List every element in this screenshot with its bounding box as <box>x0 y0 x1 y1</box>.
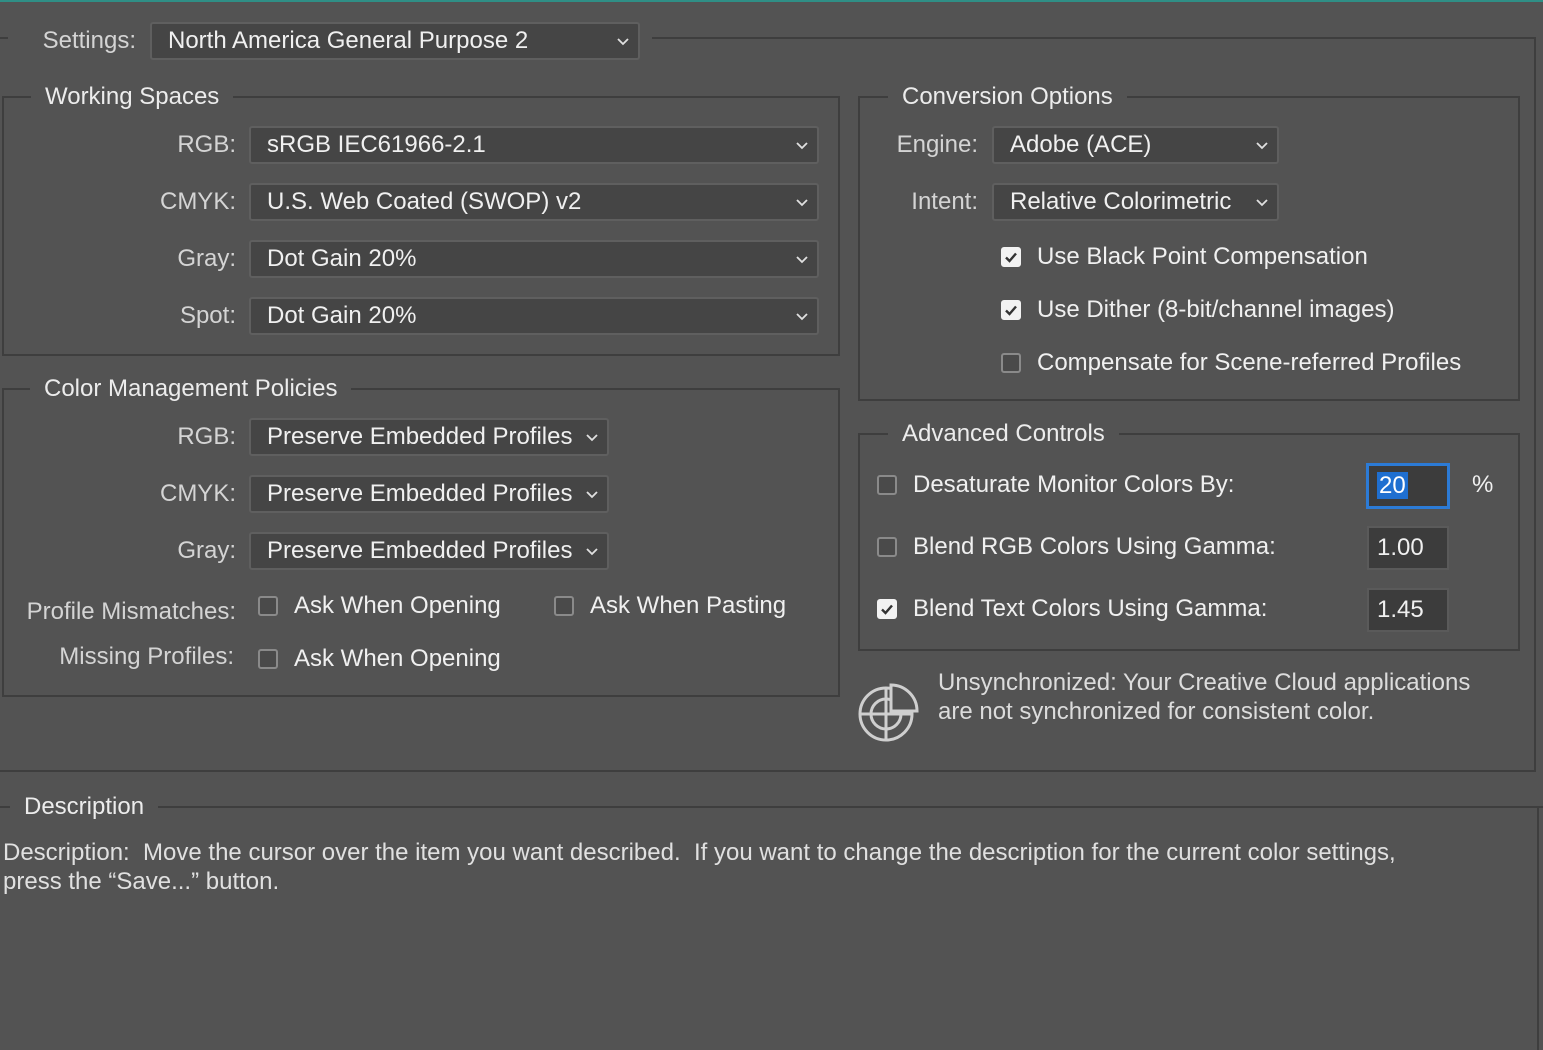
mismatch-ask-opening-label[interactable]: Ask When Opening <box>294 589 501 623</box>
window-top-accent <box>0 0 1543 2</box>
chevron-down-icon <box>1256 199 1268 207</box>
settings-dropdown-value: North America General Purpose 2 <box>168 27 529 54</box>
blend-rgb-input[interactable]: 1.00 <box>1367 526 1449 570</box>
checkmark-icon <box>881 604 893 615</box>
description-line1: Description: Move the cursor over the it… <box>3 839 1396 866</box>
engine-label: Engine: <box>896 131 978 158</box>
ws-spot-dropdown[interactable]: Dot Gain 20% <box>249 297 819 335</box>
policies-title: Color Management Policies <box>30 374 352 404</box>
sync-status-line2: are not synchronized for consistent colo… <box>938 698 1375 725</box>
black-point-label[interactable]: Use Black Point Compensation <box>1037 240 1368 274</box>
desaturate-input[interactable]: 20 <box>1367 464 1449 508</box>
checkmark-icon <box>1005 305 1017 316</box>
sync-status-line1: Unsynchronized: Your Creative Cloud appl… <box>938 669 1471 696</box>
intent-dropdown[interactable]: Relative Colorimetric <box>992 183 1279 221</box>
main-panel-right-border <box>1534 37 1536 772</box>
chevron-down-icon <box>796 313 808 321</box>
policy-cmyk-value: Preserve Embedded Profiles <box>267 480 573 507</box>
color-sync-icon <box>858 683 919 742</box>
ws-gray-dropdown[interactable]: Dot Gain 20% <box>249 240 819 278</box>
black-point-checkbox[interactable] <box>1001 247 1021 267</box>
chevron-down-icon <box>796 199 808 207</box>
blend-text-checkbox[interactable] <box>877 599 897 619</box>
policy-gray-label: Gray: <box>177 537 236 564</box>
blend-text-input[interactable]: 1.45 <box>1367 588 1449 632</box>
blend-text-value: 1.45 <box>1377 596 1424 623</box>
description-line2: press the “Save...” button. <box>3 868 280 895</box>
description-right-border <box>1537 806 1539 1050</box>
chevron-down-icon <box>586 491 598 499</box>
settings-divider <box>0 37 8 39</box>
ws-gray-label: Gray: <box>177 245 236 272</box>
missing-profiles-label: Missing Profiles: <box>59 643 234 670</box>
conversion-title: Conversion Options <box>888 82 1127 112</box>
description-text: Description: Move the cursor over the it… <box>3 838 1503 896</box>
description-top-border <box>0 806 1543 808</box>
ws-rgb-dropdown[interactable]: sRGB IEC61966-2.1 <box>249 126 819 164</box>
chevron-down-icon <box>796 142 808 150</box>
desaturate-checkbox[interactable] <box>877 475 897 495</box>
ws-rgb-label: RGB: <box>177 131 236 158</box>
checkmark-icon <box>1005 252 1017 263</box>
ws-spot-value: Dot Gain 20% <box>267 302 417 329</box>
blend-rgb-label[interactable]: Blend RGB Colors Using Gamma: <box>913 530 1276 564</box>
engine-dropdown[interactable]: Adobe (ACE) <box>992 126 1279 164</box>
ws-rgb-value: sRGB IEC61966-2.1 <box>267 131 486 158</box>
engine-value: Adobe (ACE) <box>1010 131 1152 158</box>
main-panel-bottom-border <box>0 770 1536 772</box>
mismatch-ask-pasting-label[interactable]: Ask When Pasting <box>590 589 786 623</box>
policy-cmyk-dropdown[interactable]: Preserve Embedded Profiles <box>249 475 609 513</box>
advanced-title: Advanced Controls <box>888 419 1119 449</box>
mismatch-ask-opening-checkbox[interactable] <box>258 596 278 616</box>
settings-dropdown[interactable]: North America General Purpose 2 <box>150 22 640 60</box>
working-spaces-title: Working Spaces <box>31 82 234 112</box>
ws-cmyk-dropdown[interactable]: U.S. Web Coated (SWOP) v2 <box>249 183 819 221</box>
blend-rgb-checkbox[interactable] <box>877 537 897 557</box>
chevron-down-icon <box>1256 142 1268 150</box>
blend-text-label[interactable]: Blend Text Colors Using Gamma: <box>913 592 1267 626</box>
ws-cmyk-value: U.S. Web Coated (SWOP) v2 <box>267 188 582 215</box>
desaturate-label[interactable]: Desaturate Monitor Colors By: <box>913 468 1234 502</box>
dither-label[interactable]: Use Dither (8-bit/channel images) <box>1037 293 1394 327</box>
mismatch-ask-pasting-checkbox[interactable] <box>554 596 574 616</box>
sync-status-text: Unsynchronized: Your Creative Cloud appl… <box>938 668 1518 726</box>
policy-rgb-label: RGB: <box>177 423 236 450</box>
chevron-down-icon <box>586 434 598 442</box>
ws-spot-label: Spot: <box>179 302 236 329</box>
intent-value: Relative Colorimetric <box>1010 188 1232 215</box>
ws-gray-value: Dot Gain 20% <box>267 245 417 272</box>
settings-divider-right <box>652 37 1536 39</box>
missing-ask-opening-checkbox[interactable] <box>258 649 278 669</box>
policy-gray-value: Preserve Embedded Profiles <box>267 537 573 564</box>
blend-rgb-value: 1.00 <box>1377 534 1424 561</box>
desaturate-value: 20 <box>1377 472 1408 499</box>
scene-referred-label[interactable]: Compensate for Scene-referred Profiles <box>1037 346 1461 380</box>
profile-mismatches-label: Profile Mismatches: <box>26 598 236 625</box>
settings-label: Settings: <box>42 27 136 54</box>
chevron-down-icon <box>586 548 598 556</box>
policy-cmyk-label: CMYK: <box>159 480 236 507</box>
ws-cmyk-label: CMYK: <box>159 188 236 215</box>
desaturate-unit: % <box>1472 471 1494 498</box>
chevron-down-icon <box>617 38 629 46</box>
scene-referred-checkbox[interactable] <box>1001 353 1021 373</box>
chevron-down-icon <box>796 256 808 264</box>
description-title: Description <box>10 792 159 822</box>
intent-label: Intent: <box>911 188 978 215</box>
policy-rgb-value: Preserve Embedded Profiles <box>267 423 573 450</box>
dither-checkbox[interactable] <box>1001 300 1021 320</box>
missing-ask-opening-label[interactable]: Ask When Opening <box>294 642 501 676</box>
policy-gray-dropdown[interactable]: Preserve Embedded Profiles <box>249 532 609 570</box>
policy-rgb-dropdown[interactable]: Preserve Embedded Profiles <box>249 418 609 456</box>
